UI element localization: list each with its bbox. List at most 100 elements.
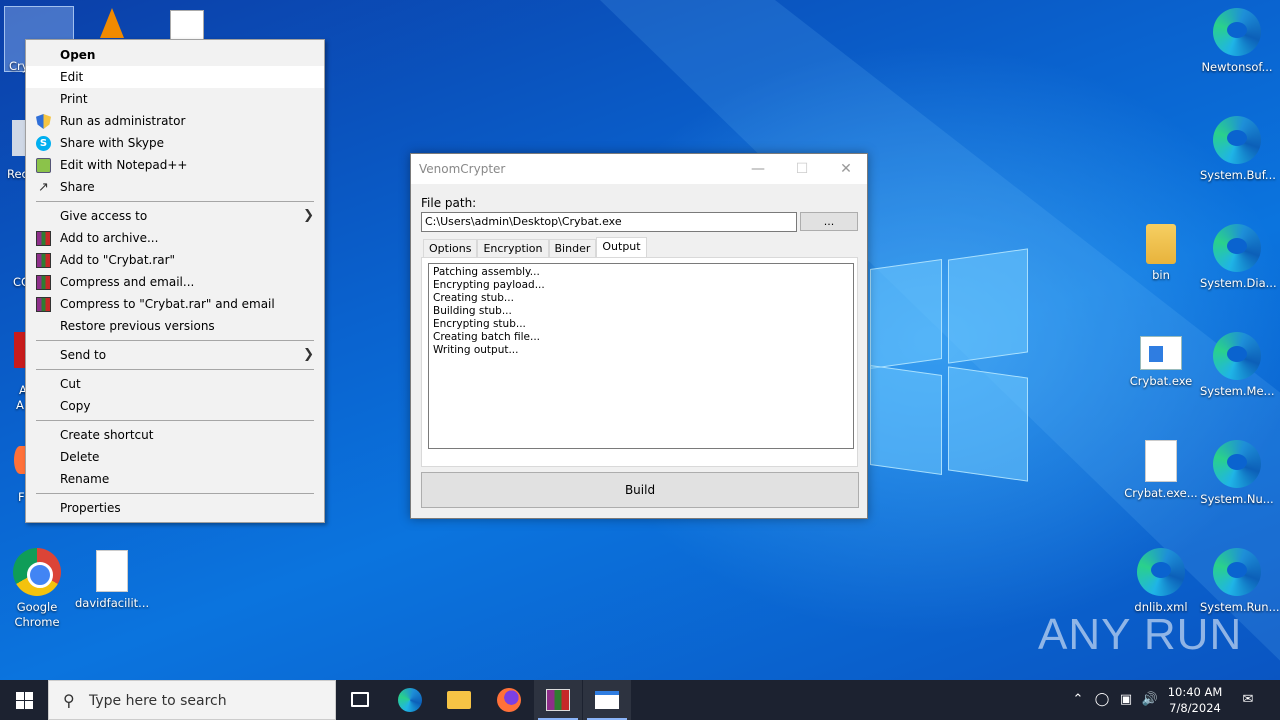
log-line: Creating batch file...: [433, 331, 540, 343]
edge-icon: [1213, 8, 1261, 56]
clock-date: 7/8/2024: [1169, 701, 1221, 715]
menu-item-label: Give access to: [60, 209, 148, 223]
network-icon[interactable]: ▣: [1116, 680, 1136, 720]
chevron-up-icon[interactable]: ⌃: [1068, 680, 1088, 720]
menu-item-properties[interactable]: Properties: [26, 497, 324, 519]
notepadpp-icon: [36, 158, 51, 173]
folder-icon: [447, 691, 471, 709]
window-title: VenomCrypter: [419, 162, 506, 176]
desktop-icon-label: Newtonsof...: [1201, 60, 1273, 74]
taskbar-clock[interactable]: 10:40 AM 7/8/2024: [1160, 684, 1230, 716]
menu-item-give-access[interactable]: Give access to ❯: [26, 205, 324, 227]
menu-item-label: Rename: [60, 472, 110, 486]
desktop-icon-crybat-exe[interactable]: Crybat.exe: [1124, 336, 1198, 389]
taskbar-file-explorer[interactable]: [435, 680, 483, 720]
image-file-icon[interactable]: [170, 10, 204, 40]
task-view-button[interactable]: [336, 680, 384, 720]
desktop-icon-label: Crybat.exe...: [1124, 486, 1198, 500]
tab-options[interactable]: Options: [423, 239, 478, 258]
desktop-icon-label: bin: [1152, 268, 1170, 282]
menu-item-label: Properties: [60, 501, 121, 515]
taskbar-winrar[interactable]: [534, 680, 582, 720]
folder-icon: [1146, 224, 1176, 264]
partial-label-a2: A: [16, 398, 24, 412]
menu-item-share[interactable]: ↗ Share: [26, 176, 324, 198]
menu-item-add-to-crybat-rar[interactable]: Add to "Crybat.rar": [26, 249, 324, 271]
taskbar-edge[interactable]: [386, 680, 434, 720]
menu-item-compress-to-rar-email[interactable]: Compress to "Crybat.rar" and email: [26, 293, 324, 315]
menu-item-edit-notepadpp[interactable]: Edit with Notepad++: [26, 154, 324, 176]
edge-icon: [1213, 224, 1261, 272]
log-line: Encrypting stub...: [433, 318, 526, 330]
desktop-icon-newtonsoft[interactable]: Newtonsof...: [1200, 8, 1274, 75]
taskbar-search-box[interactable]: ⚲ Type here to search: [48, 680, 336, 720]
output-log[interactable]: Patching assembly... Encrypting payload.…: [428, 263, 854, 449]
start-button[interactable]: [0, 680, 48, 720]
chevron-right-icon: ❯: [303, 347, 314, 362]
log-line: Encrypting payload...: [433, 279, 545, 291]
speaker-icon[interactable]: 🔊: [1140, 680, 1160, 720]
defender-icon[interactable]: ◯: [1092, 680, 1112, 720]
taskbar-firefox[interactable]: [485, 680, 533, 720]
windows-wallpaper-logo: [870, 242, 1030, 482]
menu-item-edit[interactable]: Edit: [26, 66, 324, 88]
minimize-icon[interactable]: —: [735, 154, 781, 184]
tab-output[interactable]: Output: [596, 237, 647, 258]
desktop-icon-system-run[interactable]: System.Run...: [1200, 548, 1280, 615]
vlc-icon[interactable]: [100, 8, 124, 38]
menu-item-share-skype[interactable]: S Share with Skype: [26, 132, 324, 154]
menu-item-open[interactable]: Open: [26, 44, 324, 66]
file-path-input[interactable]: C:\Users\admin\Desktop\Crybat.exe: [421, 212, 797, 232]
desktop-icon-bin[interactable]: bin: [1124, 224, 1198, 283]
menu-separator: [36, 201, 314, 202]
uac-shield-icon: [36, 114, 51, 129]
notification-icon[interactable]: ✉: [1236, 680, 1260, 720]
menu-item-add-to-archive[interactable]: Add to archive...: [26, 227, 324, 249]
menu-item-send-to[interactable]: Send to ❯: [26, 344, 324, 366]
close-icon[interactable]: ✕: [823, 154, 869, 184]
edge-icon: [1213, 440, 1261, 488]
menu-item-label: Delete: [60, 450, 100, 464]
menu-item-label: Restore previous versions: [60, 319, 215, 333]
menu-item-label: Run as administrator: [60, 114, 186, 128]
log-line: Patching assembly...: [433, 266, 540, 278]
desktop-icon-google-chrome[interactable]: Google Chrome: [0, 548, 74, 630]
menu-item-label: Edit: [60, 70, 84, 84]
menu-item-create-shortcut[interactable]: Create shortcut: [26, 424, 324, 446]
desktop-icon-system-dia[interactable]: System.Dia...: [1200, 224, 1277, 291]
maximize-icon[interactable]: ☐: [779, 154, 825, 184]
context-menu: Open Edit Print Run as administrator S Sh…: [25, 39, 325, 523]
desktop-icon-label: davidfacilit...: [75, 596, 150, 610]
menu-item-run-as-admin[interactable]: Run as administrator: [26, 110, 324, 132]
app-window-icon: [595, 691, 619, 709]
desktop-icon-crybat-exe-config[interactable]: Crybat.exe...: [1124, 440, 1198, 501]
browse-button[interactable]: ...: [800, 212, 858, 231]
desktop-icon-system-me[interactable]: System.Me...: [1200, 332, 1275, 399]
tab-encryption[interactable]: Encryption: [477, 239, 549, 258]
menu-item-cut[interactable]: Cut: [26, 373, 324, 395]
desktop-icon-system-buf[interactable]: System.Buf...: [1200, 116, 1276, 183]
desktop-icon-davidfacilit[interactable]: davidfacilit...: [75, 550, 149, 611]
build-button[interactable]: Build: [421, 472, 859, 508]
recycle-bin-icon[interactable]: [12, 120, 26, 156]
desktop-icon-system-nu[interactable]: System.Nu...: [1200, 440, 1274, 507]
windows-logo-icon: [16, 701, 24, 709]
menu-item-label: Print: [60, 92, 88, 106]
menu-item-compress-email[interactable]: Compress and email...: [26, 271, 324, 293]
task-view-icon: [351, 692, 369, 707]
menu-item-delete[interactable]: Delete: [26, 446, 324, 468]
tab-binder[interactable]: Binder: [548, 239, 597, 258]
menu-item-rename[interactable]: Rename: [26, 468, 324, 490]
menu-item-label: Send to: [60, 348, 107, 362]
search-icon: ⚲: [63, 691, 75, 710]
menu-item-copy[interactable]: Copy: [26, 395, 324, 417]
taskbar-venomcrypter[interactable]: [583, 680, 631, 720]
menu-item-label: Share with Skype: [60, 136, 164, 150]
menu-item-restore-versions[interactable]: Restore previous versions: [26, 315, 324, 337]
menu-item-print[interactable]: Print: [26, 88, 324, 110]
desktop-icon-dnlib-xml[interactable]: dnlib.xml: [1124, 548, 1198, 615]
desktop-icon-label: System.Dia...: [1200, 276, 1277, 290]
window-titlebar[interactable]: VenomCrypter — ☐ ✕: [411, 154, 867, 184]
edge-icon: [1213, 332, 1261, 380]
anyrun-watermark: ANY RUN: [1038, 610, 1243, 659]
